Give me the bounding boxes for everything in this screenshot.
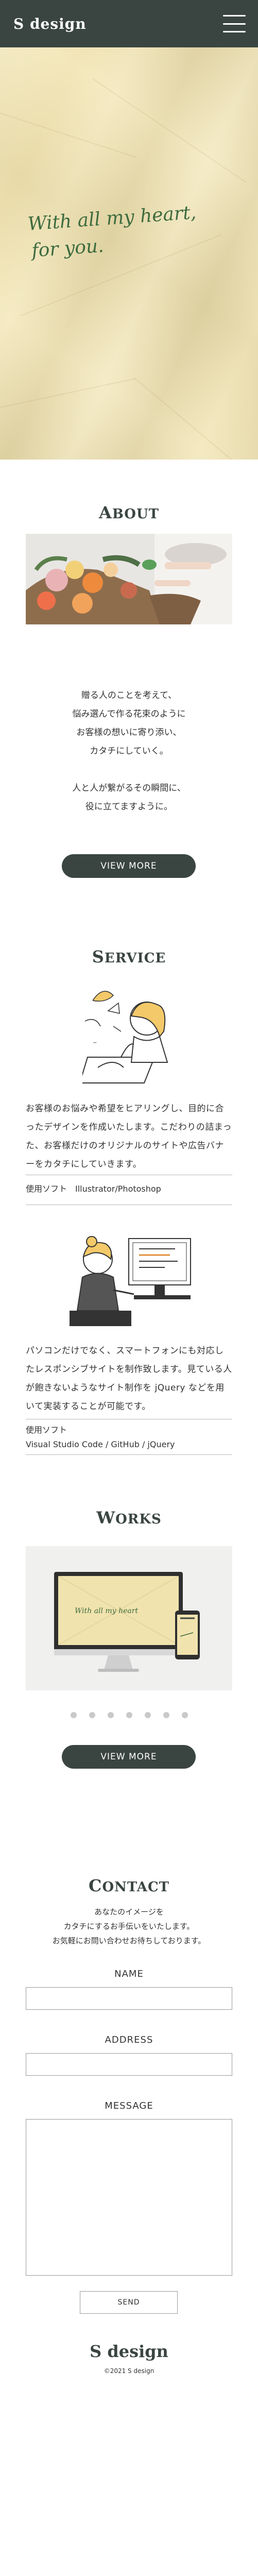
slider-dot[interactable]: [107, 1712, 114, 1718]
developer-illustration: [70, 1236, 191, 1326]
message-label: MESSAGE: [105, 2100, 153, 2111]
contact-intro-line: カタチにするお手伝いをいたします。: [63, 1922, 195, 1931]
works-title: WORKS: [96, 1508, 162, 1528]
address-input[interactable]: [26, 2053, 232, 2076]
slider-dot[interactable]: [144, 1712, 151, 1718]
copyright: ©2021 S design: [104, 2367, 154, 2375]
designer-illustration: ~: [82, 991, 168, 1083]
slider-dots: [0, 1712, 258, 1718]
about-line: 贈る人のことを考えて、: [81, 690, 177, 701]
hamburger-line: [223, 15, 246, 16]
send-button[interactable]: SEND: [80, 2291, 178, 2314]
paper-crease: [0, 378, 136, 409]
site-logo[interactable]: S design: [13, 15, 87, 32]
service-section: SERVICE ~ お客様のお悩みや希望をヒアリングし、目的に合ったデザインを作…: [0, 908, 258, 1431]
name-input[interactable]: [26, 1987, 232, 2010]
works-slider[interactable]: With all my heart: [26, 1546, 232, 1690]
works-mockup-image: With all my heart: [54, 1572, 200, 1672]
about-line: 役に立てますように。: [85, 802, 173, 812]
site-header: S design: [0, 0, 258, 47]
paper-crease: [0, 109, 137, 158]
slider-dot[interactable]: [163, 1712, 169, 1718]
about-section: ABOUT 贈る人のことを考えて、 悩み選んで作る花束のように お客様の想いに寄…: [0, 460, 258, 908]
contact-intro: あなたのイメージを カタチにするお手伝いをいたします。 お気軽にお問い合わせお待…: [0, 1905, 258, 1948]
about-line: [0, 760, 258, 779]
bouquet-photo: [26, 534, 232, 624]
address-label: ADDRESS: [105, 2035, 153, 2045]
message-textarea[interactable]: [26, 2119, 232, 2276]
hamburger-menu-icon[interactable]: [223, 15, 246, 32]
footer-logo[interactable]: S design: [0, 2342, 258, 2361]
service-title: SERVICE: [92, 947, 166, 967]
contact-intro-line: お気軽にお問い合わせお待ちしております。: [52, 1936, 206, 1945]
service-design-software: 使用ソフト Illustrator/Photoshop: [26, 1184, 161, 1194]
about-view-more-button[interactable]: VIEW MORE: [62, 854, 196, 878]
service-design-text: お客様のお悩みや希望をヒアリングし、目的に合ったデザインを作成いたします。こだわ…: [26, 1104, 232, 1170]
site-footer: S design ©2021 S design: [0, 2326, 258, 2409]
slider-dot[interactable]: [89, 1712, 95, 1718]
about-line: カタチにしていく。: [90, 746, 168, 756]
about-title: ABOUT: [99, 503, 159, 522]
slider-dot[interactable]: [70, 1712, 77, 1718]
mockup-screen-text: With all my heart: [75, 1607, 138, 1615]
hamburger-line: [223, 31, 246, 32]
works-section: WORKS With all my heart VIEW MORE: [0, 1431, 258, 1843]
about-line: 悩み選んで作る花束のように: [72, 709, 186, 719]
name-label: NAME: [114, 1969, 144, 1979]
slider-dot[interactable]: [181, 1712, 188, 1718]
hero-tagline: With all my heart, for you.: [27, 199, 199, 265]
hamburger-line: [223, 23, 246, 25]
paper-crease: [133, 377, 253, 460]
contact-title: CONTACT: [88, 1876, 170, 1895]
works-view-more-button[interactable]: VIEW MORE: [62, 1745, 196, 1769]
about-text: 贈る人のことを考えて、 悩み選んで作る花束のように お客様の想いに寄り添い、 カ…: [0, 686, 258, 816]
about-line: お客様の想いに寄り添い、: [76, 727, 182, 738]
contact-section: CONTACT あなたのイメージを カタチにするお手伝いをいたします。 お気軽に…: [0, 1843, 258, 2326]
contact-intro-line: あなたのイメージを: [94, 1907, 164, 1917]
svg-text:~: ~: [93, 1040, 97, 1046]
slider-dot[interactable]: [126, 1712, 132, 1718]
paper-crease: [92, 78, 247, 183]
hero-section: With all my heart, for you.: [0, 47, 258, 460]
about-line: 人と人が繋がるその瞬間に、: [72, 783, 186, 793]
service-web-text: パソコンだけでなく、スマートフォンにも対応したレスポンシブサイトを制作致します。…: [26, 1346, 232, 1412]
